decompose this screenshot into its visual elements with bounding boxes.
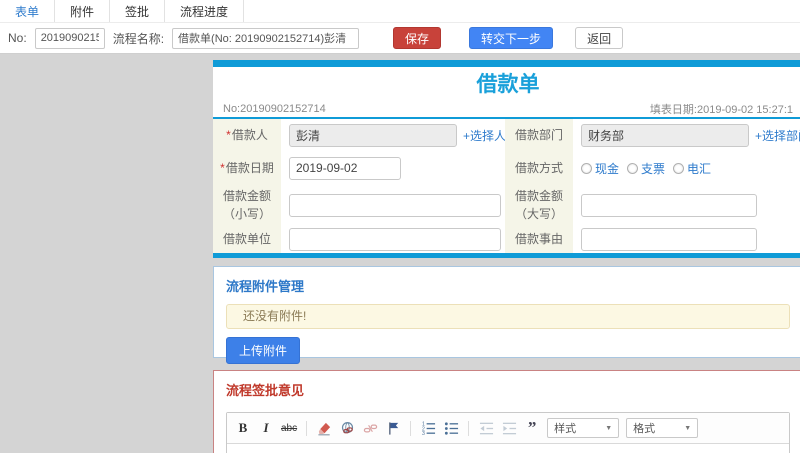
outdent-icon [479, 422, 493, 434]
tab-form[interactable]: 表单 [0, 0, 56, 22]
remove-format-button[interactable] [316, 420, 332, 437]
reason-label: 借款事由 [505, 225, 573, 253]
required-mark: * [226, 128, 231, 142]
form-no-text: No:20190902152714 [223, 103, 326, 115]
chevron-down-icon: ▼ [605, 424, 613, 432]
styles-select[interactable]: 样式 ▼ [547, 418, 620, 438]
toolbar-separator [468, 420, 470, 436]
flow-name-label: 流程名称: [112, 31, 165, 46]
anchor-flag-button[interactable] [385, 420, 401, 437]
tab-bar: 表单 附件 签批 流程进度 [0, 0, 800, 23]
borrower-label: *借款人 [213, 119, 281, 151]
attachments-title: 流程附件管理 [226, 279, 305, 294]
loan-date-label: *借款日期 [213, 151, 281, 185]
link-button[interactable] [339, 420, 355, 437]
amount-small-label: 借款金额（小写） [213, 185, 281, 225]
loan-date-input[interactable] [289, 156, 401, 180]
indent-button[interactable] [501, 420, 517, 437]
bulleted-list-icon [444, 421, 458, 435]
form-meta-row: No:20190902152714 填表日期:2019-09-02 15:27:… [213, 101, 800, 117]
form-date-text: 填表日期:2019-09-02 15:27:1 [649, 104, 793, 116]
radio-cheque[interactable]: 支票 [627, 160, 665, 177]
italic-button[interactable]: I [258, 420, 274, 437]
indent-icon [502, 422, 516, 434]
ordered-list-icon: 123 [422, 421, 435, 436]
toolbar-separator [306, 420, 308, 436]
amount-big-input[interactable] [581, 193, 757, 217]
attachments-card: 流程附件管理 还没有附件! 上传附件 [213, 266, 800, 364]
approval-card: 流程签批意见 B I abc 1 2 3 ” 样式 ▼ 格式 ▼ [213, 370, 800, 453]
reason-field [573, 225, 800, 253]
no-label: No: [8, 31, 27, 45]
tab-attachments[interactable]: 附件 [55, 0, 111, 22]
back-button[interactable]: 返回 [575, 27, 624, 49]
upload-attachment-button[interactable]: 上传附件 [226, 337, 301, 364]
radio-wire-icon[interactable] [673, 162, 685, 174]
forward-next-step-button[interactable]: 转交下一步 [469, 27, 554, 49]
chevron-down-icon: ▼ [684, 424, 692, 432]
borrower-input[interactable] [289, 123, 457, 147]
unit-field [281, 225, 505, 253]
bold-button[interactable]: B [235, 420, 251, 437]
blockquote-button[interactable]: ” [524, 419, 540, 437]
form-grid: *借款人 +选择人员 借款部门 +选择部门 *借款日期 借款方式 现金 [213, 119, 800, 253]
amount-big-label: 借款金额（大写） [505, 185, 573, 225]
department-label: 借款部门 [505, 119, 573, 151]
action-toolbar: No: 流程名称: 保存 转交下一步 返回 [0, 23, 800, 54]
form-bottom-bar [213, 253, 800, 258]
tab-progress[interactable]: 流程进度 [165, 0, 245, 22]
editor-content-area[interactable] [227, 444, 789, 453]
remove-format-icon [318, 422, 330, 435]
loan-form-card: 借款单 No:20190902152714 填表日期:2019-09-02 15… [213, 60, 800, 258]
unlink-icon [363, 424, 377, 432]
format-select[interactable]: 格式 ▼ [626, 418, 699, 438]
radio-cash-icon[interactable] [581, 162, 592, 174]
amount-small-field [281, 185, 505, 225]
amount-small-input[interactable] [289, 193, 501, 217]
page-header: 表单 附件 签批 流程进度 No: 流程名称: 保存 转交下一步 返回 [0, 0, 800, 54]
method-field: 现金 支票 电汇 [573, 151, 800, 185]
svg-text:3: 3 [422, 431, 425, 436]
ordered-list-button[interactable]: 123 [420, 420, 436, 437]
no-input[interactable] [34, 27, 105, 49]
borrower-field: +选择人员 [281, 119, 518, 151]
unit-input[interactable] [289, 227, 501, 251]
editor-toolbar: B I abc 1 2 3 ” 样式 ▼ 格式 ▼ [227, 413, 789, 444]
loan-date-field [281, 151, 505, 185]
flag-icon [388, 421, 398, 435]
method-label: 借款方式 [505, 151, 573, 185]
save-button[interactable]: 保存 [393, 27, 442, 49]
select-department-link[interactable]: +选择部门 [755, 127, 800, 144]
radio-cheque-icon[interactable] [627, 162, 639, 174]
department-field: +选择部门 [573, 119, 800, 151]
unit-label: 借款单位 [213, 225, 281, 253]
radio-cash[interactable]: 现金 [581, 160, 619, 177]
method-radio-group: 现金 支票 电汇 [581, 160, 711, 177]
form-top-bar [213, 60, 800, 67]
link-icon [341, 421, 353, 433]
radio-wire[interactable]: 电汇 [673, 160, 711, 177]
outdent-button[interactable] [478, 420, 494, 437]
rich-text-editor: B I abc 1 2 3 ” 样式 ▼ 格式 ▼ [226, 412, 790, 453]
department-input[interactable] [581, 123, 749, 147]
form-title: 借款单 [476, 73, 540, 96]
no-attachments-alert: 还没有附件! [226, 304, 790, 329]
tab-approval[interactable]: 签批 [110, 0, 166, 22]
amount-big-field [573, 185, 800, 225]
unlink-button[interactable] [362, 420, 378, 437]
toolbar-separator [410, 420, 412, 436]
strikethrough-button[interactable]: abc [281, 420, 297, 437]
flow-name-input[interactable] [172, 27, 360, 49]
reason-input[interactable] [581, 227, 757, 251]
approval-title: 流程签批意见 [226, 383, 305, 398]
bulleted-list-button[interactable] [443, 420, 459, 437]
